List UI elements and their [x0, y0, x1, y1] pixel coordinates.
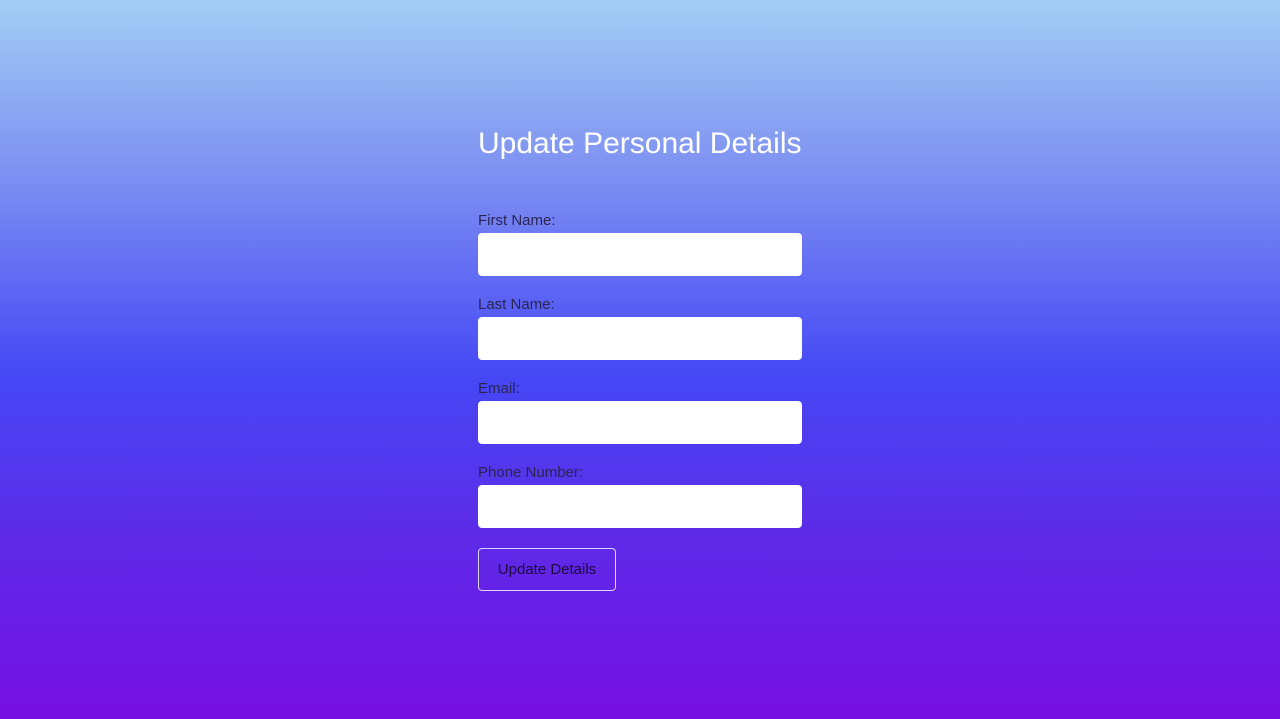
phone-number-label: Phone Number: [478, 464, 584, 481]
email-label: Email: [478, 380, 520, 397]
update-details-button[interactable]: Update Details [478, 548, 616, 591]
phone-number-field: Phone Number: [478, 464, 802, 528]
email-field: Email: [478, 380, 802, 444]
last-name-input[interactable] [478, 317, 802, 360]
phone-number-input[interactable] [478, 485, 802, 528]
last-name-label: Last Name: [478, 296, 555, 313]
first-name-label: First Name: [478, 212, 556, 229]
first-name-input[interactable] [478, 233, 802, 276]
page-title: Update Personal Details [478, 127, 802, 160]
last-name-field: Last Name: [478, 296, 802, 360]
first-name-field: First Name: [478, 212, 802, 276]
email-input[interactable] [478, 401, 802, 444]
